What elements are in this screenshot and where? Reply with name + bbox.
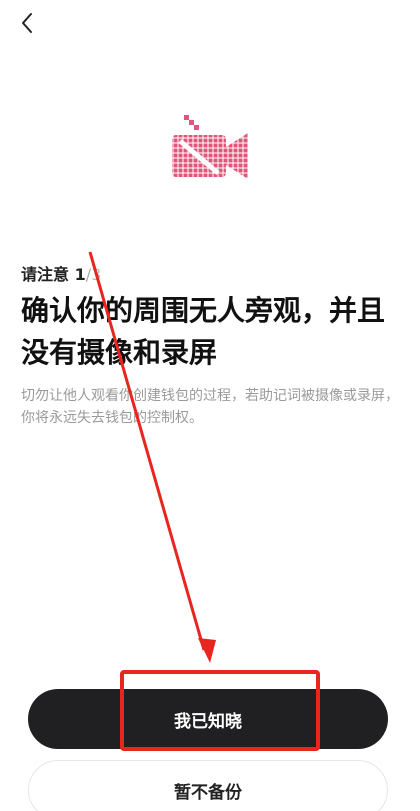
notice-step-indicator: 请注意 1/3 — [21, 261, 101, 285]
acknowledge-button-label: 我已知晓 — [174, 711, 242, 732]
annotation-arrow-head — [198, 638, 216, 663]
skip-backup-button[interactable]: 暂不备份 — [28, 760, 388, 811]
back-button[interactable] — [10, 6, 44, 40]
skip-backup-button-label: 暂不备份 — [174, 782, 242, 803]
warning-description: 切勿让他人观看你创建钱包的过程，若助记词被摄像或录屏，你将永远失去钱包的控制权。 — [21, 388, 399, 426]
backup-notice-screen: 请注意 1/3 确认你的周围无人旁观，并且没有摄像和录屏 切勿让他人观看你创建钱… — [0, 0, 420, 811]
page-title: 确认你的周围无人旁观，并且没有摄像和录屏 — [21, 294, 386, 369]
chevron-left-icon — [22, 13, 32, 33]
notice-label: 请注意 — [21, 265, 70, 284]
camera-off-icon — [168, 113, 252, 193]
acknowledge-button[interactable]: 我已知晓 — [28, 689, 388, 749]
current-step: 1 — [74, 265, 86, 284]
total-steps: 3 — [91, 265, 102, 284]
